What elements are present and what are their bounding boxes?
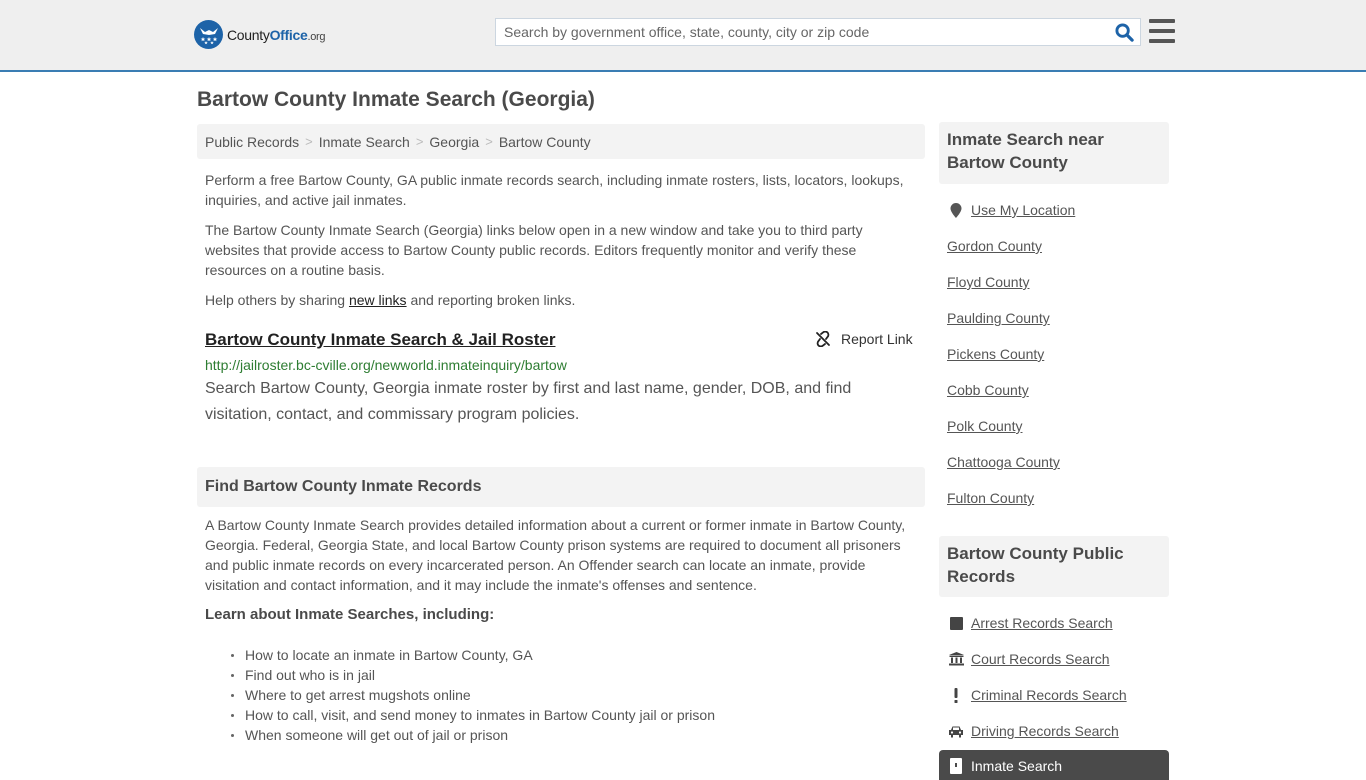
search-button[interactable] bbox=[1108, 19, 1140, 45]
nearby-county-item: Cobb County bbox=[947, 372, 1075, 408]
nearby-county-item: Polk County bbox=[947, 408, 1075, 444]
nearby-county-link[interactable]: Fulton County bbox=[947, 490, 1034, 506]
breadcrumb-separator: > bbox=[415, 134, 424, 149]
map-pin-icon bbox=[947, 202, 965, 218]
nearby-county-item: Fulton County bbox=[947, 480, 1075, 516]
use-my-location-item: Use My Location bbox=[947, 192, 1075, 228]
nearby-county-link[interactable]: Polk County bbox=[947, 418, 1022, 434]
learn-list-item: How to call, visit, and send money to in… bbox=[231, 707, 715, 723]
breadcrumb-georgia[interactable]: Georgia bbox=[429, 134, 479, 150]
hamburger-menu-icon-bar bbox=[1149, 39, 1175, 43]
breadcrumb-inmate-search[interactable]: Inmate Search bbox=[319, 134, 410, 150]
nearby-county-link[interactable]: Chattooga County bbox=[947, 454, 1060, 470]
driving-records-link[interactable]: Driving Records Search bbox=[971, 723, 1119, 739]
nearby-county-item: Floyd County bbox=[947, 264, 1075, 300]
disclaimer-paragraph: The Bartow County Inmate Search (Georgia… bbox=[205, 222, 863, 278]
public-records-heading: Bartow County Public Records bbox=[939, 536, 1169, 597]
nearby-county-link[interactable]: Cobb County bbox=[947, 382, 1029, 398]
site-logo[interactable]: CountyOffice.org bbox=[194, 20, 326, 49]
learn-heading: Learn about Inmate Searches, including: bbox=[205, 606, 495, 623]
nearby-county-link[interactable]: Paulding County bbox=[947, 310, 1050, 326]
result-url: http://jailroster.bc-cville.org/newworld… bbox=[205, 357, 567, 373]
site-header: CountyOffice.org bbox=[0, 0, 1366, 72]
public-record-item: Arrest Records Search bbox=[947, 605, 1127, 641]
learn-list: How to locate an inmate in Bartow County… bbox=[231, 645, 715, 745]
find-records-paragraph: A Bartow County Inmate Search provides d… bbox=[205, 517, 906, 593]
help-text-before: Help others by sharing bbox=[205, 292, 349, 308]
nearby-county-item: Gordon County bbox=[947, 228, 1075, 264]
intro-paragraph: Perform a free Bartow County, GA public … bbox=[205, 172, 904, 208]
result-title-link[interactable]: Bartow County Inmate Search & Jail Roste… bbox=[205, 330, 555, 350]
nearby-county-link[interactable]: Floyd County bbox=[947, 274, 1029, 290]
hamburger-menu-button[interactable] bbox=[1149, 19, 1175, 43]
learn-list-item: How to locate an inmate in Bartow County… bbox=[231, 645, 715, 665]
car-icon bbox=[947, 725, 965, 738]
search-bar bbox=[495, 18, 1141, 46]
inmate-search-link[interactable]: Inmate Search bbox=[971, 758, 1062, 774]
nearby-county-item: Paulding County bbox=[947, 300, 1075, 336]
public-record-item: Criminal Records Search bbox=[947, 677, 1127, 713]
search-icon bbox=[1114, 22, 1134, 42]
inmate-search-active-item[interactable]: Inmate Search bbox=[939, 750, 1169, 780]
learn-list-item: Find out who is in jail bbox=[231, 665, 715, 685]
report-link-button[interactable]: Report Link bbox=[815, 331, 913, 347]
breadcrumb-public-records[interactable]: Public Records bbox=[205, 134, 299, 150]
breadcrumb-separator: > bbox=[305, 134, 313, 149]
logo-text: CountyOffice.org bbox=[227, 26, 326, 43]
nearby-county-link[interactable]: Gordon County bbox=[947, 238, 1042, 254]
nearby-county-item: Chattooga County bbox=[947, 444, 1075, 480]
criminal-records-link[interactable]: Criminal Records Search bbox=[971, 687, 1127, 703]
nearby-heading: Inmate Search near Bartow County bbox=[939, 122, 1169, 184]
breadcrumb: Public Records > Inmate Search > Georgia… bbox=[197, 124, 925, 159]
public-records-list: Arrest Records Search Court Records Sear… bbox=[947, 605, 1127, 749]
broken-link-icon bbox=[816, 331, 830, 347]
find-records-heading: Find Bartow County Inmate Records bbox=[197, 467, 925, 507]
hamburger-menu-icon-bar bbox=[1149, 29, 1175, 33]
page-title: Bartow County Inmate Search (Georgia) bbox=[197, 88, 595, 111]
learn-list-item: When someone will get out of jail or pri… bbox=[231, 725, 715, 745]
learn-list-item: Where to get arrest mugshots online bbox=[231, 685, 715, 705]
nearby-county-link[interactable]: Pickens County bbox=[947, 346, 1044, 362]
jail-door-icon bbox=[947, 758, 965, 774]
result-description: Search Bartow County, Georgia inmate ros… bbox=[205, 380, 852, 423]
eagle-stars-icon bbox=[194, 20, 223, 49]
public-record-item: Court Records Search bbox=[947, 641, 1127, 677]
search-input[interactable] bbox=[496, 19, 1108, 45]
hamburger-menu-icon-bar bbox=[1149, 19, 1175, 23]
court-records-link[interactable]: Court Records Search bbox=[971, 651, 1110, 667]
breadcrumb-separator: > bbox=[485, 134, 493, 149]
new-links-link[interactable]: new links bbox=[349, 292, 407, 308]
breadcrumb-bartow-county[interactable]: Bartow County bbox=[499, 134, 591, 150]
public-record-item: Driving Records Search bbox=[947, 713, 1127, 749]
report-link-label: Report Link bbox=[841, 331, 913, 347]
help-text-after: and reporting broken links. bbox=[406, 292, 576, 308]
square-icon bbox=[947, 616, 965, 630]
use-my-location-link[interactable]: Use My Location bbox=[971, 202, 1075, 218]
help-paragraph: Help others by sharing new links and rep… bbox=[205, 290, 917, 310]
nearby-county-list: Use My Location Gordon County Floyd Coun… bbox=[947, 192, 1075, 516]
nearby-county-item: Pickens County bbox=[947, 336, 1075, 372]
arrest-records-link[interactable]: Arrest Records Search bbox=[971, 615, 1113, 631]
exclamation-icon bbox=[947, 687, 965, 703]
courthouse-icon bbox=[947, 652, 965, 666]
